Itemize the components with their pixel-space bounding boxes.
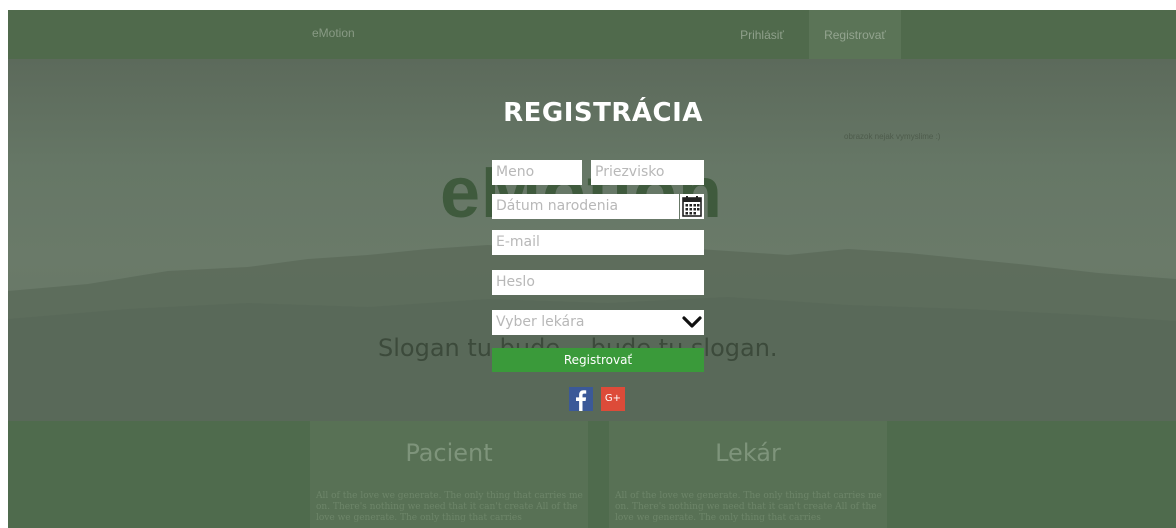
lekar-panel: Lekár All of the love we generate. The o… [609,421,887,528]
lekar-panel-title: Lekár [715,439,781,467]
pacient-panel: Pacient All of the love we generate. The… [310,421,588,528]
lekar-panel-text: All of the love we generate. The only th… [615,491,882,523]
first-name-input[interactable]: Meno [492,160,582,185]
top-navigation-bar: eMotion Prihlásiť Registrovať [8,10,1176,59]
nav-login-link[interactable]: Prihlásiť [733,10,791,59]
birthdate-input[interactable]: Dátum narodenia [492,194,679,219]
registration-title: REGISTRÁCIA [503,98,703,128]
password-input[interactable]: Heslo [492,270,704,295]
nav-register-link[interactable]: Registrovať [809,10,901,59]
pacient-panel-title: Pacient [405,439,493,467]
hero-note-text: obrazok nejak vymyslime :) [844,132,941,141]
last-name-input[interactable]: Priezvisko [591,160,704,185]
register-submit-button[interactable]: Registrovať [492,348,704,372]
chevron-down-icon[interactable] [682,313,702,331]
doctor-select[interactable]: Vyber lekára [492,310,704,335]
email-input[interactable]: E-mail [492,230,704,255]
pacient-panel-text: All of the love we generate. The only th… [316,491,583,523]
brand-logo[interactable]: eMotion [312,26,355,40]
google-plus-icon[interactable]: G+ [601,387,625,411]
facebook-icon[interactable] [569,387,593,411]
page-frame: eMotion Prihlásiť Registrovať obrazok ne… [8,10,1176,528]
calendar-icon[interactable] [680,194,704,219]
